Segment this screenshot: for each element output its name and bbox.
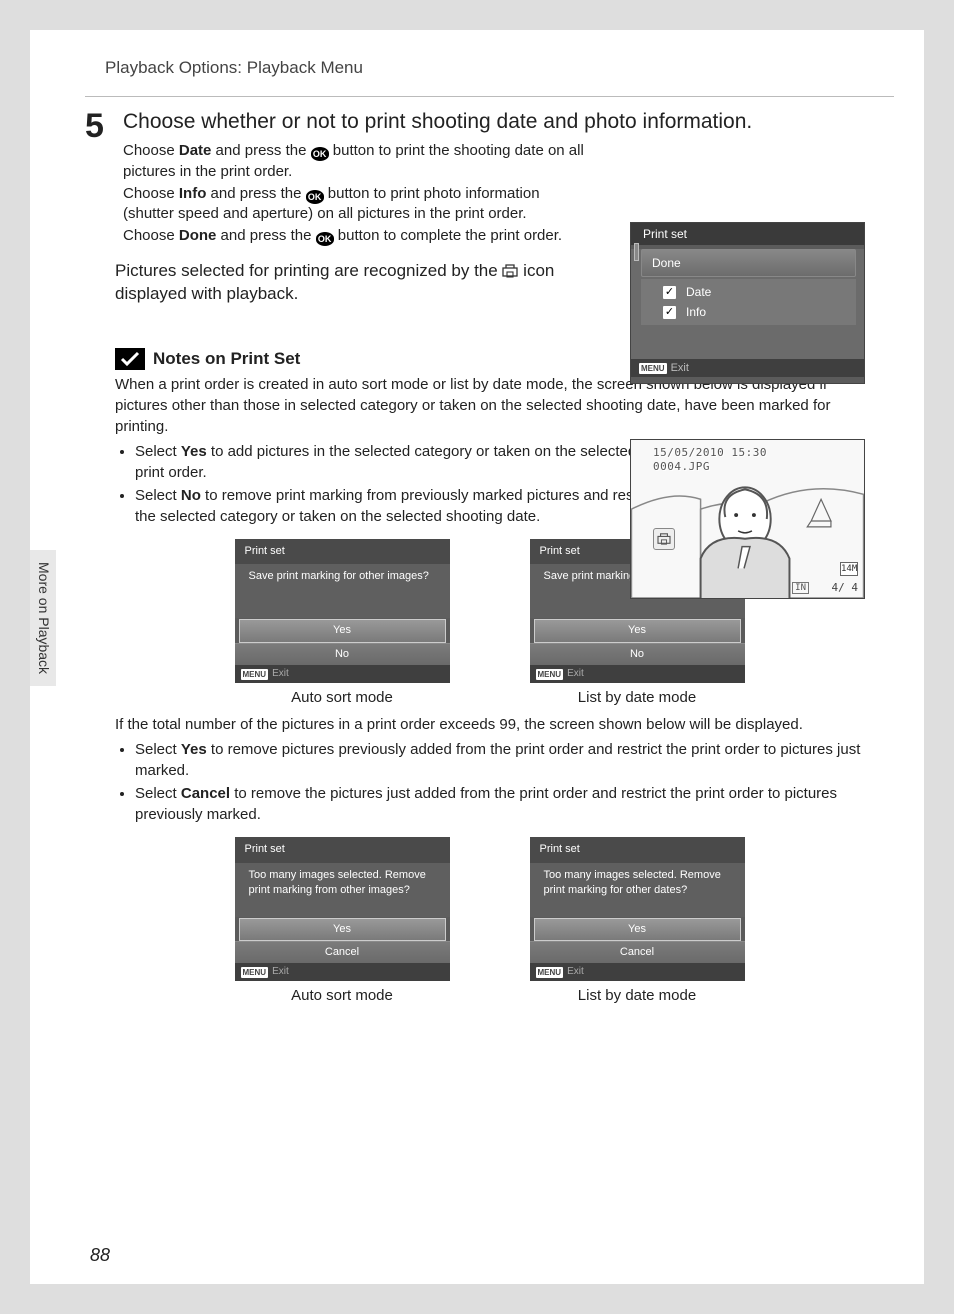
notes-title: Notes on Print Set (153, 349, 300, 369)
menu-tag: MENU (536, 669, 564, 680)
dialog-option-yes[interactable]: Yes (239, 918, 446, 941)
dialog-option-no[interactable]: No (530, 643, 745, 665)
step-title: Choose whether or not to print shooting … (123, 109, 894, 135)
dialog-caption: Auto sort mode (235, 687, 450, 708)
dialog-message: Too many images selected. Remove print m… (235, 863, 450, 917)
dialog-caption: Auto sort mode (235, 985, 450, 1006)
exit-label: Exit (567, 965, 584, 979)
exit-label: Exit (272, 965, 289, 979)
dialog-option-yes[interactable]: Yes (534, 918, 741, 941)
exit-label: Exit (272, 667, 289, 681)
dialog-option-cancel[interactable]: Cancel (235, 941, 450, 963)
menu-item-done[interactable]: Done (641, 249, 856, 277)
dialog-title: Print set (530, 837, 745, 862)
exit-label: Exit (671, 362, 689, 374)
after-text: Pictures selected for printing are recog… (115, 259, 615, 307)
photo-counter: 4/ 4 (832, 581, 859, 594)
text: Choose (123, 185, 179, 202)
camera-screen-playback: 15/05/2010 15:30 0004.JPG 14M IN 4/ 4 (630, 439, 865, 599)
notes-p2: If the total number of the pictures in a… (115, 714, 864, 735)
dialog-option-yes[interactable]: Yes (239, 619, 446, 642)
print-order-icon (502, 264, 518, 278)
dialog-caption: List by date mode (530, 985, 745, 1006)
photo-datetime: 15/05/2010 15:30 (653, 446, 767, 459)
note-badge-icon (115, 348, 145, 370)
screen-title: Print set (631, 223, 864, 245)
dialog-message: Save print marking for other images? (235, 564, 450, 618)
ok-icon: OK (316, 232, 334, 246)
scroll-indicator (634, 243, 639, 261)
menu-tag: MENU (241, 967, 269, 978)
memory-in-badge: IN (792, 582, 809, 594)
page-header: Playback Options: Playback Menu (30, 30, 924, 88)
text: Choose (123, 227, 179, 244)
text: button to complete the print order. (334, 227, 562, 244)
dialog-title: Print set (235, 539, 450, 564)
notes-bullet: Select Cancel to remove the pictures jus… (135, 783, 864, 825)
dialog-option-no[interactable]: No (235, 643, 450, 665)
label: Info (686, 305, 706, 319)
checkbox-icon: ✓ (663, 286, 676, 299)
exit-label: Exit (567, 667, 584, 681)
menu-item-info[interactable]: ✓ Info (641, 305, 856, 325)
dialog-caption: List by date mode (530, 687, 745, 708)
text: Choose (123, 142, 179, 159)
ok-icon: OK (306, 190, 324, 204)
checkbox-icon: ✓ (663, 306, 676, 319)
notes-bullet: Select Yes to remove pictures previously… (135, 739, 864, 781)
ok-icon: OK (311, 147, 329, 161)
dialog-listbydate-toomany: Print set Too many images selected. Remo… (530, 837, 745, 1006)
photo-size-badge: 14M (840, 562, 858, 576)
dialog-title: Print set (235, 837, 450, 862)
menu-tag: MENU (639, 363, 667, 374)
menu-tag: MENU (241, 669, 269, 680)
step-text: Choose Date and press the OK button to p… (123, 141, 593, 246)
label: Date (686, 285, 711, 299)
camera-screen-printset: Print set Done ✓ Date ✓ Info M (630, 222, 865, 384)
text: Pictures selected for printing are recog… (115, 261, 502, 280)
done-bold: Done (179, 227, 217, 244)
dialog-autosort-save: Print set Save print marking for other i… (235, 539, 450, 708)
text: and press the (211, 142, 310, 159)
text: and press the (206, 185, 305, 202)
text: and press the (216, 227, 315, 244)
dialog-option-yes[interactable]: Yes (534, 619, 741, 642)
photo-filename: 0004.JPG (653, 460, 710, 473)
date-bold: Date (179, 142, 212, 159)
dialog-autosort-toomany: Print set Too many images selected. Remo… (235, 837, 450, 1006)
dialog-option-cancel[interactable]: Cancel (530, 941, 745, 963)
page: Playback Options: Playback Menu More on … (30, 30, 924, 1284)
menu-item-date[interactable]: ✓ Date (641, 279, 856, 305)
dialog-message: Too many images selected. Remove print m… (530, 863, 745, 917)
step-number: 5 (85, 109, 111, 249)
header-rule (85, 96, 894, 97)
menu-tag: MENU (536, 967, 564, 978)
info-bold: Info (179, 185, 207, 202)
print-order-icon (653, 528, 675, 550)
page-number: 88 (90, 1245, 110, 1266)
